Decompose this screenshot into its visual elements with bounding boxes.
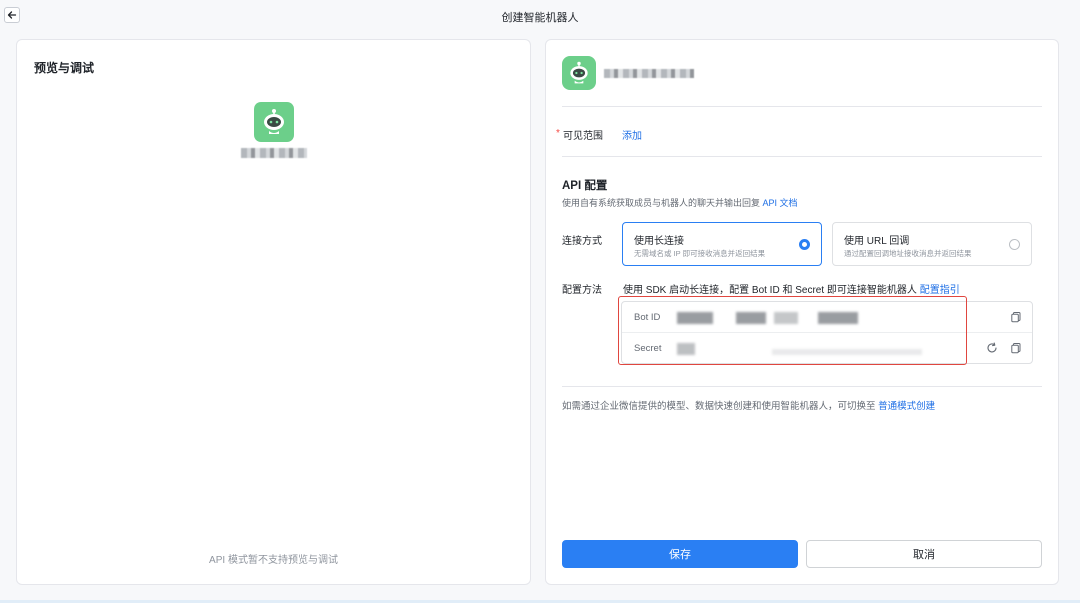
preview-panel: 预览与调试 API 模式暂不支持预览与调试 — [16, 39, 531, 585]
api-config-title: API 配置 — [562, 180, 608, 192]
guide-link[interactable]: 配置指引 — [920, 285, 960, 296]
option-desc: 通过配置回调地址接收消息并返回结果 — [844, 249, 972, 258]
method-description: 使用 SDK 启动长连接，配置 Bot ID 和 Secret 即可连接智能机器… — [623, 281, 960, 296]
copy-icon[interactable] — [1010, 311, 1022, 323]
preview-bot-name — [241, 148, 307, 158]
top-bar: 创建智能机器人 — [0, 0, 1080, 32]
normal-mode-link[interactable]: 普通模式创建 — [878, 401, 935, 412]
visibility-add-link[interactable]: 添加 — [622, 127, 642, 142]
api-config-description: 使用自有系统获取成员与机器人的聊天并输出回复 API 文档 — [562, 196, 798, 209]
preview-note: API 模式暂不支持预览与调试 — [209, 555, 338, 566]
page-title: 创建智能机器人 — [501, 12, 579, 24]
robot-icon — [570, 61, 588, 84]
cancel-button[interactable]: 取消 — [806, 540, 1042, 568]
credentials-highlight-annotation — [618, 296, 967, 365]
option-url-callback[interactable]: 使用 URL 回调 通过配置回调地址接收消息并返回结果 — [832, 222, 1032, 266]
radio-selected[interactable] — [799, 239, 810, 250]
divider — [562, 156, 1042, 157]
method-text: 使用 SDK 启动长连接，配置 Bot ID 和 Secret 即可连接智能机器… — [623, 285, 917, 296]
divider — [562, 106, 1042, 107]
bot-avatar — [254, 102, 294, 142]
api-desc-text: 使用自有系统获取成员与机器人的聊天并输出回复 — [562, 198, 761, 208]
connection-label: 连接方式 — [562, 236, 602, 247]
switch-mode-note: 如需通过企业微信提供的模型、数据快速创建和使用智能机器人，可切换至 普通模式创建 — [562, 398, 935, 412]
required-marker: * — [556, 128, 560, 139]
api-doc-link[interactable]: API 文档 — [763, 198, 798, 208]
option-desc: 无需域名或 IP 即可接收消息并返回结果 — [634, 249, 766, 258]
option-title: 使用 URL 回调 — [844, 236, 910, 247]
option-title: 使用长连接 — [634, 236, 684, 247]
bot-avatar-upload[interactable] — [562, 56, 596, 90]
preview-title: 预览与调试 — [34, 61, 95, 75]
copy-icon[interactable] — [1010, 342, 1022, 354]
radio-unselected[interactable] — [1009, 239, 1020, 250]
option-long-connection[interactable]: 使用长连接 无需域名或 IP 即可接收消息并返回结果 — [622, 222, 822, 266]
bot-name-field[interactable] — [604, 69, 694, 78]
config-panel: * 可见范围 添加 API 配置 使用自有系统获取成员与机器人的聊天并输出回复 … — [545, 39, 1059, 585]
visibility-label: 可见范围 — [563, 131, 603, 142]
save-button[interactable]: 保存 — [562, 540, 798, 568]
method-label: 配置方法 — [562, 285, 602, 296]
refresh-icon[interactable] — [986, 342, 998, 354]
divider — [562, 386, 1042, 387]
robot-icon — [264, 109, 284, 134]
switch-text: 如需通过企业微信提供的模型、数据快速创建和使用智能机器人，可切换至 — [562, 401, 876, 412]
